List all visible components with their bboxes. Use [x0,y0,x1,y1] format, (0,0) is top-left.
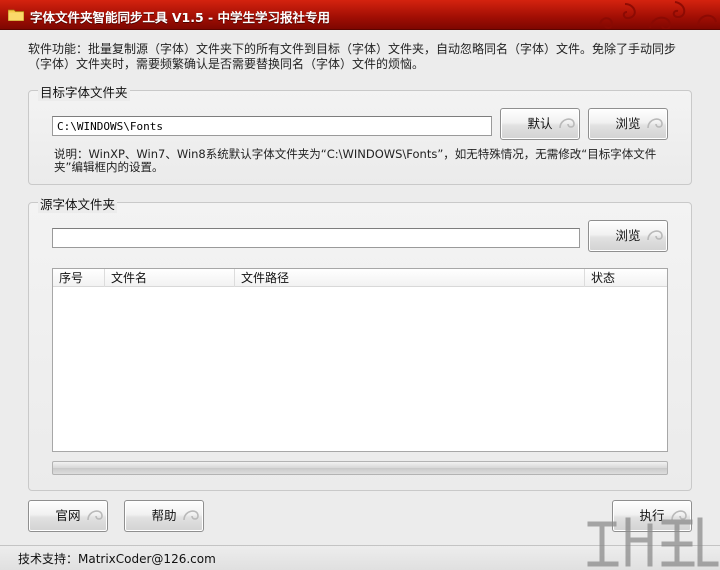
app-description: 软件功能：批量复制源（字体）文件夹下的所有文件到目标（字体）文件夹，自动忽略同名… [28,42,677,71]
default-button-label: 默认 [527,116,553,131]
folder-icon [8,9,24,21]
title-ornament-icon [599,1,717,29]
target-browse-button-label: 浏览 [615,116,641,131]
swirl-ornament-icon [559,118,575,129]
source-browse-button-label: 浏览 [615,228,641,243]
target-folder-note: 说明：WinXP、Win7、Win8系统默认字体文件夹为“C:\WINDOWS\… [54,147,657,174]
help-button[interactable]: 帮助 [124,500,204,532]
column-header-filename[interactable]: 文件名 [105,269,235,287]
window-title: 字体文件夹智能同步工具 V1.5 - 中学生学习报社专用 [30,10,331,25]
watermark-logo-icon [587,517,719,567]
swirl-ornament-icon [87,510,103,521]
file-list[interactable]: 序号 文件名 文件路径 状态 [52,268,668,452]
swirl-ornament-icon [647,230,663,241]
swirl-ornament-icon [183,510,199,521]
source-folder-group-title: 源字体文件夹 [38,194,118,213]
help-button-label: 帮助 [151,508,177,523]
target-folder-input[interactable]: C:\WINDOWS\Fonts [52,116,492,136]
support-contact: 技术支持：MatrixCoder@126.com [18,552,216,566]
default-button[interactable]: 默认 [500,108,580,140]
column-header-status[interactable]: 状态 [585,269,669,287]
column-header-filepath[interactable]: 文件路径 [235,269,585,287]
copy-progress-bar [52,461,668,475]
main-content: 软件功能：批量复制源（字体）文件夹下的所有文件到目标（字体）文件夹，自动忽略同名… [0,31,720,545]
swirl-ornament-icon [647,118,663,129]
target-folder-group-title: 目标字体文件夹 [38,82,130,101]
source-browse-button[interactable]: 浏览 [588,220,668,252]
target-browse-button[interactable]: 浏览 [588,108,668,140]
website-button-label: 官网 [55,508,81,523]
website-button[interactable]: 官网 [28,500,108,532]
source-folder-input[interactable] [52,228,580,248]
file-list-header: 序号 文件名 文件路径 状态 [53,269,667,287]
title-bar[interactable]: 字体文件夹智能同步工具 V1.5 - 中学生学习报社专用 [0,0,720,30]
column-header-index[interactable]: 序号 [53,269,105,287]
